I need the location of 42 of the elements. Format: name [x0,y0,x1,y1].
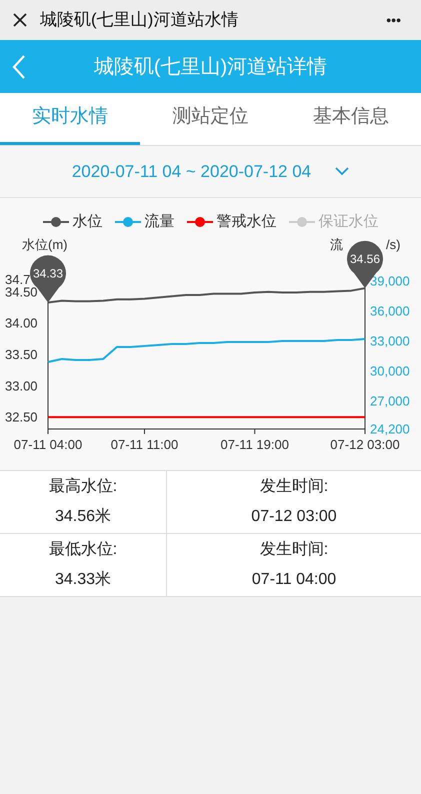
pin-label: 34.33 [32,266,64,281]
y-tick-label: 30,000 [370,364,410,378]
tab[interactable]: 基本信息 [280,93,421,145]
y-tick-label: 34.00 [5,316,38,331]
stat-value: 07-12 03:00 [251,507,337,527]
stat-value: 07-11 04:00 [252,570,336,590]
close-icon[interactable] [12,12,28,28]
page-title: 城陵矶(七里山)河道站水情 [40,9,240,32]
legend-label[interactable]: 水位 [72,210,102,234]
y-tick-label: 36,000 [370,304,410,318]
y-tick-label: 34.50 [5,284,38,300]
legend-line-icon[interactable] [42,216,68,228]
axis-title: 水位(m) [22,238,68,252]
y-tick-label: 24,200 [370,422,410,436]
stat-label: 发生时间: [260,476,328,497]
more-button[interactable]: ••• [386,10,409,30]
x-tick-label: 07-11 11:00 [110,437,178,452]
back-icon[interactable] [12,54,26,80]
header-title: 城陵矶(七里山)河道站详情 [92,54,328,80]
y-tick-label: 33.00 [5,378,38,394]
y-tick-label: 33.50 [5,347,38,362]
pin-label: 34.56 [350,252,380,266]
stat-label: 最高水位: [48,476,118,497]
legend-line-icon[interactable] [186,216,212,228]
y-tick-label: 27,000 [370,394,410,408]
legend-label[interactable]: 警戒水位 [216,210,276,234]
stat-value: 34.33米 [54,570,112,590]
x-tick-label: 07-12 03:00 [330,437,400,452]
stat-value: 34.56米 [54,506,112,527]
stat-label: 发生时间: [260,540,328,560]
axis-title: /s) [386,238,400,252]
y-tick-label: 34.7 [5,272,30,287]
stat-label: 最低水位: [48,540,118,560]
axis-title: 流 [330,238,343,252]
y-tick-label: 32.50 [5,410,38,425]
y-tick-label: 39,000 [370,274,410,288]
legend-label[interactable]: 流量 [144,210,174,234]
tab[interactable]: 测站定位 [140,93,281,145]
chevron-down-icon [335,167,350,176]
y-tick-label: 33,000 [370,334,410,348]
x-tick-label: 07-11 19:00 [220,437,289,452]
x-tick-label: 07-11 04:00 [14,437,82,452]
